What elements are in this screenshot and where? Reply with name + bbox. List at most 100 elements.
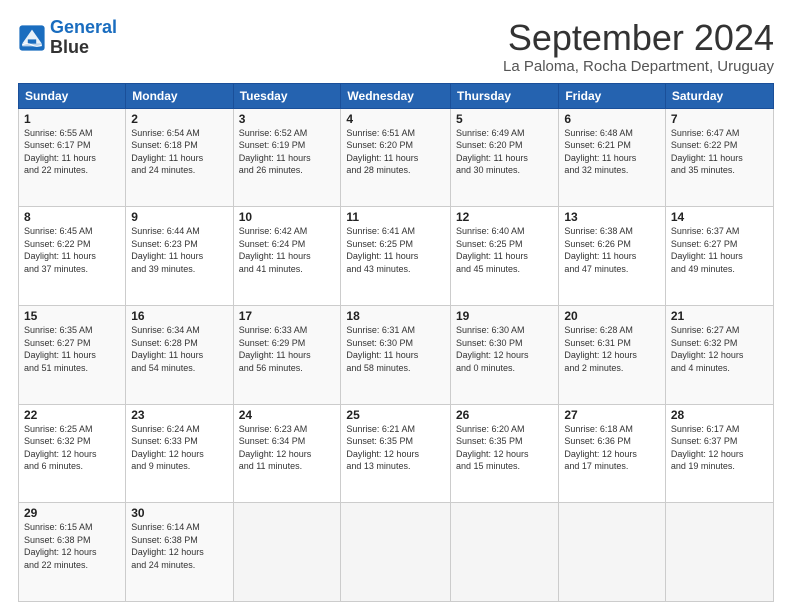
day-number: 30 [131,506,227,520]
day-info: Sunrise: 6:28 AM Sunset: 6:31 PM Dayligh… [564,324,660,374]
calendar-day-cell: 28Sunrise: 6:17 AM Sunset: 6:37 PM Dayli… [665,404,773,503]
day-info: Sunrise: 6:21 AM Sunset: 6:35 PM Dayligh… [346,423,445,473]
day-info: Sunrise: 6:35 AM Sunset: 6:27 PM Dayligh… [24,324,120,374]
calendar-day-cell: 7Sunrise: 6:47 AM Sunset: 6:22 PM Daylig… [665,108,773,207]
logo-icon [18,24,46,52]
day-info: Sunrise: 6:51 AM Sunset: 6:20 PM Dayligh… [346,127,445,177]
day-number: 26 [456,408,553,422]
day-header-sunday: Sunday [19,83,126,108]
calendar-empty-cell [341,503,451,602]
calendar-empty-cell [451,503,559,602]
calendar-day-cell: 10Sunrise: 6:42 AM Sunset: 6:24 PM Dayli… [233,207,341,306]
day-info: Sunrise: 6:15 AM Sunset: 6:38 PM Dayligh… [24,521,120,571]
day-header-tuesday: Tuesday [233,83,341,108]
calendar-day-cell: 11Sunrise: 6:41 AM Sunset: 6:25 PM Dayli… [341,207,451,306]
calendar-day-cell: 13Sunrise: 6:38 AM Sunset: 6:26 PM Dayli… [559,207,666,306]
calendar-day-cell: 26Sunrise: 6:20 AM Sunset: 6:35 PM Dayli… [451,404,559,503]
calendar-header-row: SundayMondayTuesdayWednesdayThursdayFrid… [19,83,774,108]
day-info: Sunrise: 6:34 AM Sunset: 6:28 PM Dayligh… [131,324,227,374]
day-info: Sunrise: 6:17 AM Sunset: 6:37 PM Dayligh… [671,423,768,473]
calendar-day-cell: 4Sunrise: 6:51 AM Sunset: 6:20 PM Daylig… [341,108,451,207]
day-info: Sunrise: 6:47 AM Sunset: 6:22 PM Dayligh… [671,127,768,177]
calendar-day-cell: 5Sunrise: 6:49 AM Sunset: 6:20 PM Daylig… [451,108,559,207]
day-header-saturday: Saturday [665,83,773,108]
day-info: Sunrise: 6:18 AM Sunset: 6:36 PM Dayligh… [564,423,660,473]
day-number: 10 [239,210,336,224]
day-number: 21 [671,309,768,323]
calendar-day-cell: 3Sunrise: 6:52 AM Sunset: 6:19 PM Daylig… [233,108,341,207]
calendar-day-cell: 30Sunrise: 6:14 AM Sunset: 6:38 PM Dayli… [126,503,233,602]
calendar-day-cell: 25Sunrise: 6:21 AM Sunset: 6:35 PM Dayli… [341,404,451,503]
calendar-day-cell: 2Sunrise: 6:54 AM Sunset: 6:18 PM Daylig… [126,108,233,207]
calendar-day-cell: 19Sunrise: 6:30 AM Sunset: 6:30 PM Dayli… [451,305,559,404]
day-info: Sunrise: 6:44 AM Sunset: 6:23 PM Dayligh… [131,225,227,275]
day-header-friday: Friday [559,83,666,108]
day-number: 29 [24,506,120,520]
calendar-day-cell: 29Sunrise: 6:15 AM Sunset: 6:38 PM Dayli… [19,503,126,602]
day-number: 22 [24,408,120,422]
calendar-day-cell: 14Sunrise: 6:37 AM Sunset: 6:27 PM Dayli… [665,207,773,306]
day-number: 6 [564,112,660,126]
day-number: 25 [346,408,445,422]
day-header-monday: Monday [126,83,233,108]
header: General Blue September 2024 La Paloma, R… [18,18,774,75]
calendar-empty-cell [233,503,341,602]
day-number: 2 [131,112,227,126]
day-header-wednesday: Wednesday [341,83,451,108]
logo-text: General Blue [50,18,117,58]
day-number: 13 [564,210,660,224]
day-number: 9 [131,210,227,224]
day-info: Sunrise: 6:23 AM Sunset: 6:34 PM Dayligh… [239,423,336,473]
day-info: Sunrise: 6:55 AM Sunset: 6:17 PM Dayligh… [24,127,120,177]
calendar-day-cell: 1Sunrise: 6:55 AM Sunset: 6:17 PM Daylig… [19,108,126,207]
day-info: Sunrise: 6:31 AM Sunset: 6:30 PM Dayligh… [346,324,445,374]
day-info: Sunrise: 6:41 AM Sunset: 6:25 PM Dayligh… [346,225,445,275]
day-number: 11 [346,210,445,224]
day-number: 19 [456,309,553,323]
day-info: Sunrise: 6:30 AM Sunset: 6:30 PM Dayligh… [456,324,553,374]
logo: General Blue [18,18,117,58]
calendar-week-row: 29Sunrise: 6:15 AM Sunset: 6:38 PM Dayli… [19,503,774,602]
day-number: 14 [671,210,768,224]
day-info: Sunrise: 6:48 AM Sunset: 6:21 PM Dayligh… [564,127,660,177]
day-number: 1 [24,112,120,126]
day-info: Sunrise: 6:14 AM Sunset: 6:38 PM Dayligh… [131,521,227,571]
day-info: Sunrise: 6:25 AM Sunset: 6:32 PM Dayligh… [24,423,120,473]
day-info: Sunrise: 6:40 AM Sunset: 6:25 PM Dayligh… [456,225,553,275]
day-number: 7 [671,112,768,126]
day-number: 16 [131,309,227,323]
day-info: Sunrise: 6:27 AM Sunset: 6:32 PM Dayligh… [671,324,768,374]
calendar-day-cell: 27Sunrise: 6:18 AM Sunset: 6:36 PM Dayli… [559,404,666,503]
day-number: 20 [564,309,660,323]
calendar-day-cell: 18Sunrise: 6:31 AM Sunset: 6:30 PM Dayli… [341,305,451,404]
day-info: Sunrise: 6:33 AM Sunset: 6:29 PM Dayligh… [239,324,336,374]
day-number: 24 [239,408,336,422]
day-number: 5 [456,112,553,126]
day-info: Sunrise: 6:24 AM Sunset: 6:33 PM Dayligh… [131,423,227,473]
calendar: SundayMondayTuesdayWednesdayThursdayFrid… [18,83,774,602]
day-info: Sunrise: 6:38 AM Sunset: 6:26 PM Dayligh… [564,225,660,275]
calendar-day-cell: 8Sunrise: 6:45 AM Sunset: 6:22 PM Daylig… [19,207,126,306]
day-info: Sunrise: 6:20 AM Sunset: 6:35 PM Dayligh… [456,423,553,473]
calendar-day-cell: 9Sunrise: 6:44 AM Sunset: 6:23 PM Daylig… [126,207,233,306]
calendar-week-row: 8Sunrise: 6:45 AM Sunset: 6:22 PM Daylig… [19,207,774,306]
day-number: 15 [24,309,120,323]
title-block: September 2024 La Paloma, Rocha Departme… [503,18,774,75]
calendar-day-cell: 22Sunrise: 6:25 AM Sunset: 6:32 PM Dayli… [19,404,126,503]
location-title: La Paloma, Rocha Department, Uruguay [503,58,774,75]
day-info: Sunrise: 6:42 AM Sunset: 6:24 PM Dayligh… [239,225,336,275]
calendar-week-row: 22Sunrise: 6:25 AM Sunset: 6:32 PM Dayli… [19,404,774,503]
calendar-day-cell: 15Sunrise: 6:35 AM Sunset: 6:27 PM Dayli… [19,305,126,404]
page: General Blue September 2024 La Paloma, R… [0,0,792,612]
day-number: 8 [24,210,120,224]
calendar-day-cell: 6Sunrise: 6:48 AM Sunset: 6:21 PM Daylig… [559,108,666,207]
day-number: 28 [671,408,768,422]
day-info: Sunrise: 6:37 AM Sunset: 6:27 PM Dayligh… [671,225,768,275]
calendar-day-cell: 12Sunrise: 6:40 AM Sunset: 6:25 PM Dayli… [451,207,559,306]
calendar-day-cell: 24Sunrise: 6:23 AM Sunset: 6:34 PM Dayli… [233,404,341,503]
day-number: 23 [131,408,227,422]
day-number: 17 [239,309,336,323]
calendar-day-cell: 20Sunrise: 6:28 AM Sunset: 6:31 PM Dayli… [559,305,666,404]
calendar-day-cell: 21Sunrise: 6:27 AM Sunset: 6:32 PM Dayli… [665,305,773,404]
calendar-week-row: 15Sunrise: 6:35 AM Sunset: 6:27 PM Dayli… [19,305,774,404]
